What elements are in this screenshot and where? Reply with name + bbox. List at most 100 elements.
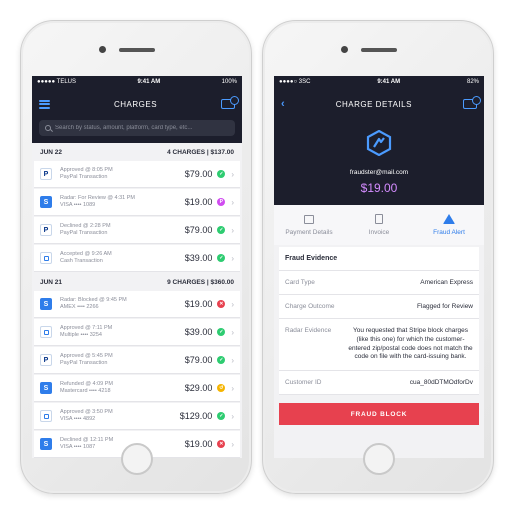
- charge-method: PayPal Transaction: [60, 360, 108, 366]
- charge-row[interactable]: S Radar: Blocked @ 9:45 PM AMEX •••• 2266 $…: [34, 291, 240, 318]
- status-ok-icon: ✓: [217, 328, 226, 336]
- charge-row[interactable]: Approved @ 7:11 PM Multiple •••• 3254 $39.…: [34, 319, 240, 346]
- charge-status-time: Radar: Blocked @ 9:45 PM: [60, 296, 127, 303]
- paypal-icon: P: [40, 354, 52, 366]
- evidence-value: You requested that Stripe block charges …: [348, 327, 473, 361]
- left-phone: ●●●●● TELUS 9:41 AM 100% CHARGES Search …: [20, 20, 252, 494]
- square-icon: [40, 252, 52, 264]
- paypal-icon: P: [40, 168, 52, 180]
- charge-row[interactable]: S Refunded @ 4:09 PM Mastercard •••• 4218 $…: [34, 375, 240, 402]
- charge-row[interactable]: S Radar: For Review @ 4:31 PM VISA •••• 10…: [34, 189, 240, 216]
- charge-text: Approved @ 3:50 PM VISA •••• 4892: [60, 409, 180, 424]
- stripe-icon: S: [40, 438, 52, 450]
- status-bar: ●●●●○ 3SC 9:41 AM 82%: [274, 76, 484, 88]
- tab-label: Fraud Alert: [433, 229, 465, 236]
- charge-text: Approved @ 8:05 PM PayPal Transaction: [60, 167, 185, 182]
- chevron-right-icon: ›: [231, 253, 234, 263]
- home-button[interactable]: [121, 443, 153, 475]
- add-card-icon[interactable]: [221, 96, 239, 109]
- chevron-right-icon: ›: [231, 197, 234, 207]
- evidence-value: American Express: [420, 279, 473, 286]
- tab-invoice[interactable]: Invoice: [344, 205, 414, 245]
- charge-amount: $29.00: [184, 383, 213, 393]
- charge-text: Refunded @ 4:09 PM Mastercard •••• 4218: [60, 381, 185, 396]
- charge-amount: $19.00: [360, 181, 398, 195]
- right-phone: ●●●●○ 3SC 9:41 AM 82% ‹ CHARGE DETAILS f…: [262, 20, 494, 494]
- charge-method: Multiple •••• 3254: [60, 332, 102, 338]
- evidence-key: Customer ID: [285, 379, 322, 387]
- stage: ●●●●● TELUS 9:41 AM 100% CHARGES Search …: [0, 0, 512, 509]
- charge-text: Approved @ 5:45 PM PayPal Transaction: [60, 353, 185, 368]
- charge-amount: $39.00: [184, 327, 213, 337]
- page-title: CHARGES: [113, 99, 158, 109]
- warning-icon: [443, 214, 455, 224]
- charge-method: Cash Transaction: [60, 258, 103, 264]
- search-input[interactable]: Search by status, amount, platform, card…: [39, 120, 235, 136]
- camera: [341, 46, 348, 53]
- tab-fraud-alert[interactable]: Fraud Alert: [414, 205, 484, 245]
- charge-text: Radar: For Review @ 4:31 PM VISA •••• 108…: [60, 195, 185, 210]
- search-icon: [45, 125, 51, 131]
- charges-screen: ●●●●● TELUS 9:41 AM 100% CHARGES Search …: [32, 76, 242, 458]
- status-ok-icon: ✓: [217, 254, 226, 262]
- charge-status-time: Approved @ 7:11 PM: [60, 324, 113, 331]
- tab-payment-details[interactable]: Payment Details: [274, 205, 344, 245]
- status-blocked-icon: ✕: [217, 440, 226, 448]
- search-placeholder: Search by status, amount, platform, card…: [55, 125, 193, 131]
- page-title: CHARGE DETAILS: [335, 99, 412, 109]
- status-ok-icon: ✓: [217, 170, 226, 178]
- chevron-right-icon: ›: [231, 355, 234, 365]
- evidence-key: Radar Evidence: [285, 327, 332, 334]
- date-group-header: JUN 22 4 CHARGES | $137.00: [32, 143, 242, 161]
- charge-row[interactable]: P Approved @ 5:45 PM PayPal Transaction $79…: [34, 347, 240, 374]
- app-header: ‹ CHARGE DETAILS: [274, 88, 484, 120]
- charge-row[interactable]: Accepted @ 9:26 AM Cash Transaction $39.00…: [34, 245, 240, 272]
- charge-status-time: Declined @ 12:11 PM: [60, 436, 114, 443]
- stripe-icon: S: [40, 298, 52, 310]
- charge-status-time: Approved @ 3:50 PM: [60, 408, 113, 415]
- tab-label: Payment Details: [285, 228, 333, 236]
- charge-amount: $19.00: [184, 299, 213, 309]
- battery: 100%: [221, 79, 237, 85]
- chevron-right-icon: ›: [231, 225, 234, 235]
- paypal-icon: P: [40, 224, 52, 236]
- charge-list: JUN 22 4 CHARGES | $137.00 P Approved @ 8:0…: [32, 143, 242, 458]
- speaker: [119, 48, 155, 52]
- charge-method: AMEX •••• 2266: [60, 304, 99, 310]
- chevron-right-icon: ›: [231, 439, 234, 449]
- add-card-icon[interactable]: [463, 96, 481, 109]
- customer-email: fraudster@mail.com: [349, 169, 409, 176]
- charge-hero: fraudster@mail.com $19.00: [274, 120, 484, 205]
- evidence-row-card-type: Card Type American Express: [279, 271, 479, 295]
- status-ok-icon: ✓: [217, 412, 226, 420]
- app-header: CHARGES: [32, 88, 242, 120]
- home-button[interactable]: [363, 443, 395, 475]
- charge-text: Approved @ 7:11 PM Multiple •••• 3254: [60, 325, 185, 340]
- search-bar: Search by status, amount, platform, card…: [32, 120, 242, 143]
- menu-icon[interactable]: [39, 99, 50, 109]
- charge-row[interactable]: P Declined @ 2:28 PM PayPal Transaction $79…: [34, 217, 240, 244]
- status-bar: ●●●●● TELUS 9:41 AM 100%: [32, 76, 242, 88]
- charge-row[interactable]: Approved @ 3:50 PM VISA •••• 4892 $129.00 ✓…: [34, 403, 240, 430]
- group-date: JUN 21: [40, 278, 63, 286]
- charge-amount: $79.00: [184, 225, 213, 235]
- evidence-value: Flagged for Review: [417, 303, 473, 310]
- clock: 9:41 AM: [137, 79, 161, 85]
- charge-amount: $79.00: [184, 169, 213, 179]
- evidence-row-customer-id: Customer ID cua_80dDTMOdforDv: [279, 371, 479, 396]
- evidence-key: Card Type: [285, 279, 315, 286]
- chevron-right-icon: ›: [231, 327, 234, 337]
- group-summary: 4 CHARGES | $137.00: [167, 148, 234, 156]
- charge-details-screen: ●●●●○ 3SC 9:41 AM 82% ‹ CHARGE DETAILS f…: [274, 76, 484, 458]
- fraud-block-button[interactable]: FRAUD BLOCK: [279, 403, 479, 426]
- charge-status-time: Radar: For Review @ 4:31 PM: [60, 194, 135, 201]
- charge-amount: $129.00: [179, 411, 213, 421]
- date-group-header: JUN 21 9 CHARGES | $360.00: [32, 273, 242, 291]
- back-chevron-icon[interactable]: ‹: [281, 98, 285, 110]
- carrier: ●●●●● TELUS: [37, 79, 77, 85]
- evidence-key: Charge Outcome: [285, 303, 335, 310]
- charge-amount: $39.00: [184, 253, 213, 263]
- tab-label: Invoice: [368, 229, 390, 236]
- charge-row[interactable]: P Approved @ 8:05 PM PayPal Transaction $79…: [34, 161, 240, 188]
- clock: 9:41 AM: [377, 79, 401, 85]
